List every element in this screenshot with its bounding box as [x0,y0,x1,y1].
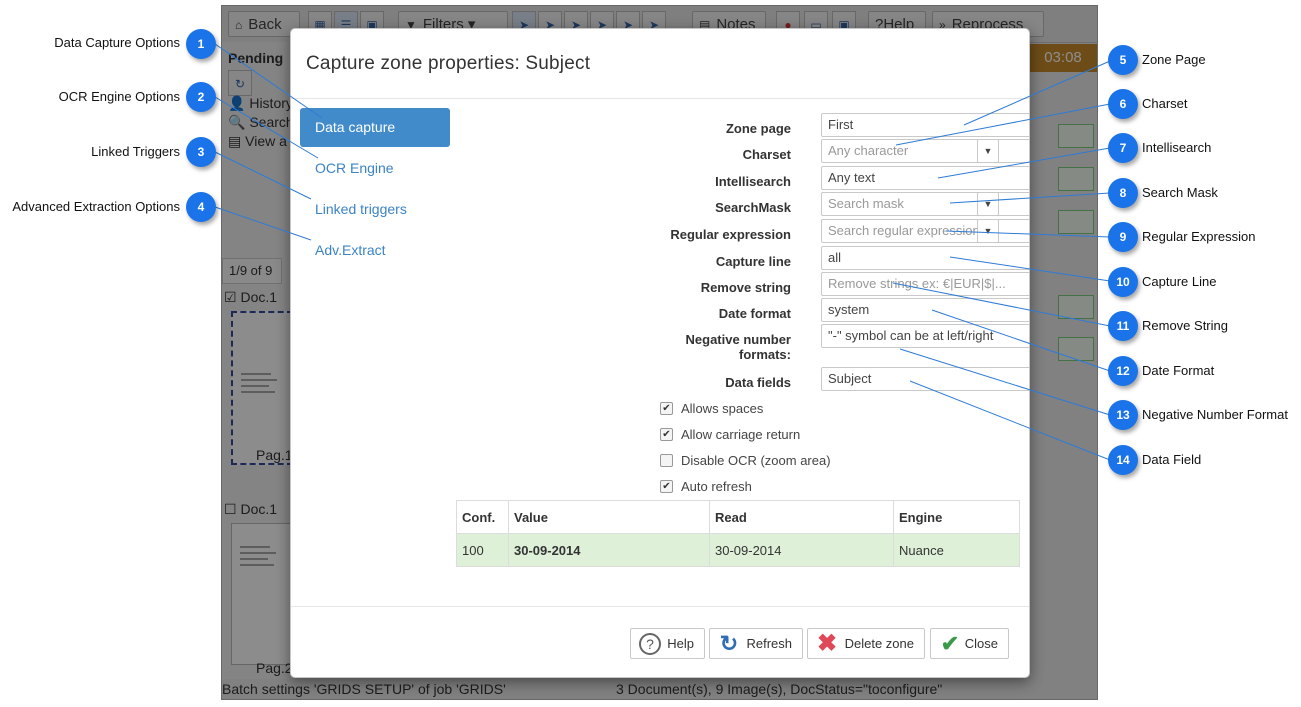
cell-engine: Nuance [893,533,1020,567]
callout-badge: 8 [1108,178,1138,208]
zone-page-select[interactable]: First▼ [821,113,1029,137]
callout-label: Linked Triggers [91,144,180,159]
column-header-conf: Conf. [456,500,509,534]
remove-string-label: Remove string [700,280,791,295]
callout-badge: 6 [1108,89,1138,119]
refresh-button[interactable]: ↻ Refresh [709,628,803,659]
callout-label: Intellisearch [1142,140,1212,155]
callout-label: Date Format [1142,363,1215,378]
callout-badge: 7 [1108,133,1138,163]
intellisearch-select[interactable]: Any text▼ [821,166,1029,190]
checkmark-icon: ✔ [660,480,673,494]
callout-badge: 13 [1108,400,1138,430]
checkmark-icon: ✔ [940,631,960,656]
column-header-engine: Engine [893,500,1020,534]
callout-label: Data Field [1142,452,1202,467]
callout-badge: 10 [1108,267,1138,297]
cell-value: 30-09-2014 [508,533,710,567]
caret-down-icon: ▼ [983,146,993,156]
capture-zone-properties-dialog: Capture zone properties: Subject Data ca… [290,28,1030,678]
refresh-icon: ↻ [719,631,739,656]
callout-label: Remove String [1142,318,1228,333]
callout-label: Charset [1142,96,1188,111]
date-format-select[interactable]: system▼ [821,298,1029,322]
callout-badge: 3 [186,137,216,167]
callout-badge: 11 [1108,311,1138,341]
zone-page-label: Zone page [725,121,791,136]
table-row[interactable]: 100 30-09-2014 30-09-2014 Nuance [456,533,1020,567]
callout-badge: 5 [1108,45,1138,75]
dialog-title: Capture zone properties: Subject [306,53,591,74]
search-mask-label: SearchMask [715,200,791,215]
callout-badge: 1 [186,29,216,59]
cell-conf: 100 [456,533,509,567]
negative-number-formats-label: Negative number formats: [685,332,791,362]
date-format-label: Date format [718,306,791,321]
table-header-row: Conf. Value Read Engine [456,500,1020,534]
callout-label: Regular Expression [1142,229,1256,244]
charset-label: Charset [742,147,791,162]
help-button[interactable]: ? Help [630,628,705,659]
capture-line-label: Capture line [715,254,791,269]
callout-badge: 4 [186,192,216,222]
callout-badge: 12 [1108,356,1138,386]
regular-expression-label: Regular expression [670,227,791,242]
nav-data-capture[interactable]: Data capture [300,108,450,147]
dialog-header: Capture zone properties: Subject [291,29,1029,99]
delete-zone-button[interactable]: ✖ Delete zone [807,628,925,659]
caret-down-icon: ▼ [983,226,993,236]
close-button[interactable]: ✔ Close [930,628,1009,659]
intellisearch-label: Intellisearch [715,174,791,189]
regular-expression-dropdown-button[interactable]: ▼ [977,219,999,243]
callout-badge: 9 [1108,222,1138,252]
allow-carriage-return-checkbox[interactable]: ✔ Allow carriage return [660,426,800,444]
auto-refresh-checkbox[interactable]: ✔ Auto refresh [660,478,752,496]
callout-label: Search Mask [1142,185,1218,200]
callout-label: Data Capture Options [54,35,180,50]
ocr-result-table: Conf. Value Read Engine 100 30-09-2014 3… [456,500,1020,567]
disable-ocr-checkbox[interactable]: Disable OCR (zoom area) [660,452,831,470]
callout-label: Advanced Extraction Options [12,199,180,214]
callout-label: Negative Number Format [1142,407,1288,422]
callout-label: OCR Engine Options [58,89,180,104]
capture-line-select[interactable]: all▼ [821,246,1029,270]
data-fields-input[interactable]: Subject [821,367,1029,391]
empty-checkbox-icon [660,454,673,468]
cell-read: 30-09-2014 [709,533,894,567]
checkmark-icon: ✔ [660,402,673,416]
dialog-nav: Data capture OCR Engine Linked triggers … [300,108,450,272]
dialog-footer: ? Help ↻ Refresh ✖ Delete zone ✔ Close [291,606,1029,677]
callout-label: Zone Page [1142,52,1206,67]
checkmark-icon: ✔ [660,428,673,442]
charset-dropdown-button[interactable]: ▼ [977,139,999,163]
nav-ocr-engine[interactable]: OCR Engine [300,149,450,188]
callout-label: Capture Line [1142,274,1217,289]
column-header-value: Value [508,500,710,534]
negative-number-formats-select[interactable]: "-" symbol can be at left/right▼ [821,324,1029,348]
data-fields-label: Data fields [725,375,791,390]
question-circle-icon: ? [639,633,661,655]
delete-x-icon: ✖ [816,630,838,657]
nav-linked-triggers[interactable]: Linked triggers [300,190,450,229]
callout-badge: 2 [186,82,216,112]
nav-adv-extract[interactable]: Adv.Extract [300,231,450,270]
allows-spaces-checkbox[interactable]: ✔ Allows spaces [660,400,763,418]
search-mask-dropdown-button[interactable]: ▼ [977,192,999,216]
caret-down-icon: ▼ [983,199,993,209]
column-header-read: Read [709,500,894,534]
callout-badge: 14 [1108,445,1138,475]
remove-string-input[interactable]: Remove strings ex: €|EUR|$|... [821,272,1029,296]
